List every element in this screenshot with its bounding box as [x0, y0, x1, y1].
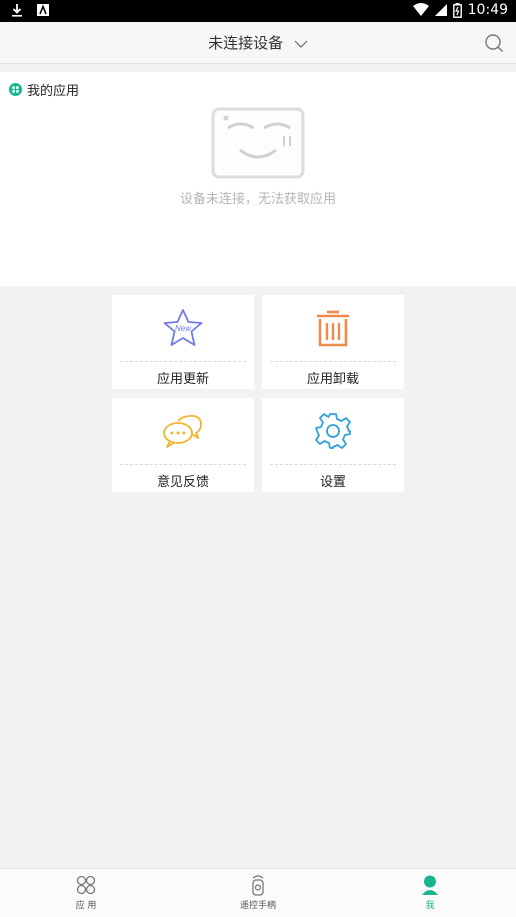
svg-text:New: New	[175, 324, 192, 333]
nav-apps-label: 应 用	[75, 901, 97, 911]
gear-icon	[315, 413, 351, 449]
empty-message: 设备未连接，无法获取应用	[179, 192, 336, 207]
card-divider	[120, 464, 246, 465]
status-bar: 10:49	[0, 0, 516, 22]
new-star-icon: New	[163, 309, 203, 346]
my-apps-title: 我的应用	[27, 84, 80, 99]
app-update-card[interactable]: New 应用更新	[112, 295, 254, 389]
battery-icon	[452, 2, 462, 18]
app-update-label: 应用更新	[156, 372, 209, 387]
trash-icon	[317, 310, 349, 347]
nav-remote[interactable]: 遥控手柄	[228, 874, 288, 911]
status-time: 10:49	[467, 2, 508, 18]
card-divider	[120, 361, 246, 362]
feedback-card[interactable]: 意见反馈	[112, 398, 254, 492]
nav-apps[interactable]: 应 用	[56, 874, 116, 911]
remote-icon	[252, 875, 264, 896]
nav-remote-label: 遥控手柄	[239, 901, 276, 911]
nav-me-label: 我	[425, 901, 435, 911]
chevron-down-icon	[294, 40, 308, 48]
settings-label: 设置	[319, 475, 346, 490]
card-divider	[270, 361, 396, 362]
disconnected-tv-icon	[211, 107, 305, 179]
top-bar: 未连接设备	[0, 22, 516, 64]
my-apps-header: 我的应用	[9, 80, 79, 99]
feedback-label: 意见反馈	[156, 475, 209, 490]
download-icon	[12, 4, 22, 17]
signal-icon	[434, 4, 447, 16]
apps-icon	[76, 875, 96, 895]
app-uninstall-label: 应用卸载	[306, 372, 359, 387]
settings-card[interactable]: 设置	[262, 398, 404, 492]
apps-grid-icon	[9, 83, 22, 96]
nav-me[interactable]: 我	[400, 874, 460, 911]
search-icon[interactable]	[484, 33, 504, 53]
person-icon	[422, 875, 438, 895]
empty-state: 设备未连接，无法获取应用	[0, 106, 516, 207]
device-selector[interactable]: 未连接设备	[0, 32, 516, 53]
notification-app-icon	[37, 4, 49, 16]
bottom-nav: 应 用 遥控手柄 我	[0, 868, 516, 917]
app-uninstall-card[interactable]: 应用卸载	[262, 295, 404, 389]
my-apps-panel: 我的应用 设备未连接，无法获取应用	[0, 72, 516, 286]
card-divider	[270, 464, 396, 465]
wifi-icon	[412, 3, 429, 16]
chat-bubbles-icon	[163, 414, 203, 448]
device-title: 未连接设备	[208, 34, 284, 52]
